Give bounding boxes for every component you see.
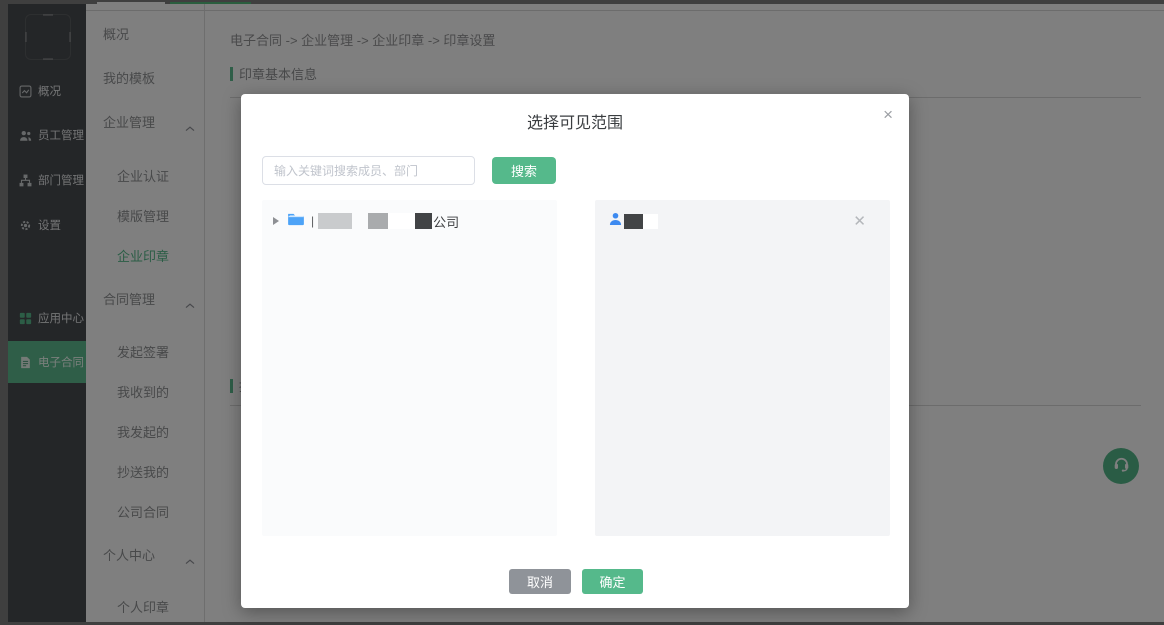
confirm-button[interactable]: 确定 (582, 569, 643, 594)
redacted-text-block (624, 214, 643, 229)
dialog-title: 选择可见范围 (241, 109, 909, 133)
user-icon (609, 212, 622, 231)
tree-row-company[interactable]: | 公司 (262, 210, 557, 232)
redacted-text-block (415, 213, 432, 229)
redacted-text-block (318, 213, 352, 229)
expand-arrow-icon[interactable] (273, 217, 279, 225)
close-icon[interactable]: × (883, 106, 893, 123)
folder-icon (287, 212, 305, 231)
redacted-text-block (643, 214, 658, 229)
remove-member-icon[interactable]: ✕ (853, 214, 866, 229)
search-button[interactable]: 搜索 (492, 157, 556, 184)
member-search-input[interactable] (262, 156, 475, 185)
redacted-text-block (368, 213, 388, 229)
org-tree-panel: | 公司 (262, 200, 557, 536)
visibility-scope-dialog: 选择可见范围 × 搜索 | 公司 (241, 94, 909, 608)
redacted-text-block (388, 213, 415, 229)
company-suffix-label: 公司 (433, 212, 459, 231)
selected-member-row: ✕ (595, 210, 890, 232)
selected-members-panel: ✕ (595, 200, 890, 536)
tree-label-fragment: | (311, 214, 314, 228)
cancel-button[interactable]: 取消 (509, 569, 571, 594)
